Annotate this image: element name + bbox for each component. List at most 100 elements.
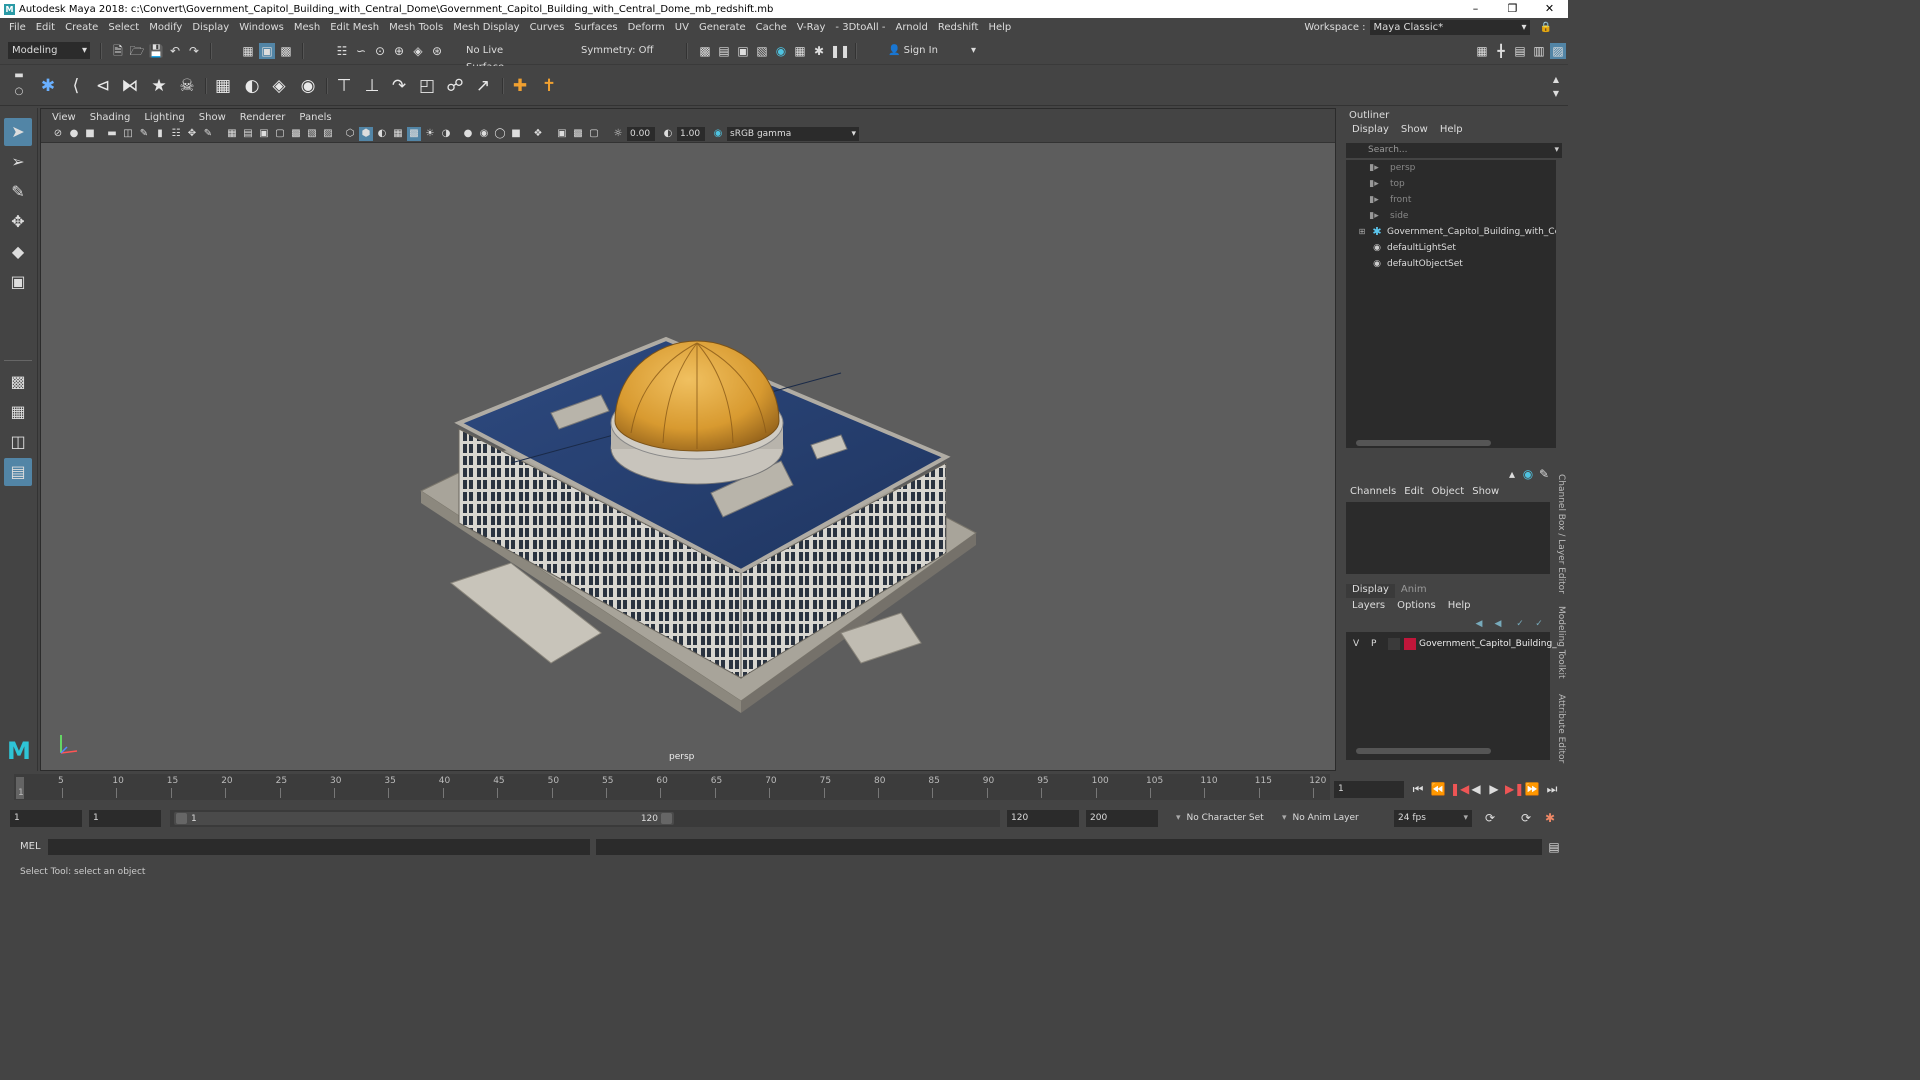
loop-icon[interactable]: ⟳	[1482, 810, 1498, 826]
step-back-frame-icon[interactable]: ❚◀	[1450, 781, 1469, 797]
outliner-menu-show[interactable]: Show	[1395, 124, 1434, 138]
tool-settings-icon[interactable]: ▥	[1531, 43, 1547, 59]
ambient-occlusion-icon[interactable]: ◑	[439, 127, 453, 141]
outliner-hscrollbar[interactable]	[1356, 440, 1491, 446]
bind-skin-icon[interactable]: ⧑	[118, 74, 142, 98]
anim-layer-dropdown[interactable]: ▾ No Anim Layer	[1278, 810, 1376, 827]
snap-point-icon[interactable]: ⊙	[372, 43, 388, 59]
layer-row[interactable]: V P Government_Capitol_Building_	[1346, 636, 1557, 652]
go-to-start-icon[interactable]: ⏮	[1410, 781, 1426, 797]
snap-curve-icon[interactable]: ∽	[353, 43, 369, 59]
layer-type-toggle[interactable]	[1388, 638, 1400, 650]
vp-menu-view[interactable]: View	[45, 112, 83, 123]
four-view-icon[interactable]: ▦	[4, 398, 32, 426]
render-queue-icon[interactable]: ▦	[792, 43, 808, 59]
outliner-item[interactable]: ◉ defaultObjectSet	[1346, 256, 1556, 272]
tab-anim[interactable]: Anim	[1395, 584, 1433, 598]
snap-view-icon[interactable]: ⊕	[391, 43, 407, 59]
outliner-layout-icon[interactable]: ▤	[4, 458, 32, 486]
tab-display[interactable]: Display	[1346, 584, 1395, 598]
range-slider-track[interactable]: 1 120	[170, 810, 1000, 827]
fps-dropdown[interactable]: 24 fps ▾	[1394, 810, 1472, 827]
le-menu-help[interactable]: Help	[1442, 600, 1477, 614]
lock-icon[interactable]: 🔒	[1540, 22, 1552, 33]
move-tool-icon[interactable]: ✥	[4, 208, 32, 236]
symmetry-field[interactable]: Symmetry: Off	[577, 42, 657, 59]
locator-icon[interactable]: ✚	[508, 74, 532, 98]
menu-deform[interactable]: Deform	[623, 22, 670, 33]
layer-hscrollbar[interactable]	[1356, 748, 1491, 754]
scale-tool-icon[interactable]: ▣	[4, 268, 32, 296]
side-tab-channel-box[interactable]: Channel Box / Layer Editor	[1556, 474, 1566, 594]
lasso-tool-icon[interactable]: ➢	[4, 148, 32, 176]
constraint-aim-icon[interactable]: ⊥	[360, 74, 384, 98]
constraint-scale-icon[interactable]: ◰	[415, 74, 439, 98]
cb-menu-edit[interactable]: Edit	[1400, 486, 1427, 500]
menu-modify[interactable]: Modify	[144, 22, 187, 33]
redo-icon[interactable]: ↷	[186, 43, 202, 59]
le-menu-options[interactable]: Options	[1391, 600, 1442, 614]
channel-box-toggle-icon[interactable]: ▴	[1504, 466, 1520, 482]
grid-snap-icon[interactable]: ☷	[169, 127, 183, 141]
xray-components-icon[interactable]: ◯	[493, 127, 507, 141]
menu-surfaces[interactable]: Surfaces	[569, 22, 622, 33]
layer-color-swatch[interactable]	[1404, 638, 1416, 650]
constraint-orient-icon[interactable]: ↷	[387, 74, 411, 98]
wireframe-on-shaded-icon[interactable]: ◐	[375, 127, 389, 141]
wireframe-icon[interactable]: ⬡	[343, 127, 357, 141]
expand-icon[interactable]: ⊞	[1356, 226, 1368, 238]
menu-vray[interactable]: V-Ray	[792, 22, 831, 33]
new-layer-icon[interactable]: ✓	[1512, 616, 1528, 632]
layer-playback-toggle[interactable]: P	[1371, 639, 1376, 649]
outliner-item[interactable]: ▮▸ top	[1346, 176, 1556, 192]
workspace-dropdown[interactable]: Maya Classic* ▾	[1369, 19, 1530, 35]
character-controls-icon[interactable]: ╋	[1493, 43, 1509, 59]
vp-menu-panels[interactable]: Panels	[292, 112, 338, 123]
lock-camera-icon[interactable]: ✎	[201, 127, 215, 141]
cb-menu-object[interactable]: Object	[1428, 486, 1469, 500]
persp-outliner-view-icon[interactable]: ◫	[4, 428, 32, 456]
outliner-item[interactable]: ⊞ ✱ Government_Capitol_Building_with_Cer	[1346, 224, 1556, 240]
xray-joints-icon[interactable]: ◉	[477, 127, 491, 141]
shelf-settings-icon[interactable]: ○	[11, 84, 27, 100]
film-gate-icon[interactable]: ▤	[241, 127, 255, 141]
constraint-parent-icon[interactable]: ☍	[443, 74, 467, 98]
2d-pan-zoom-icon[interactable]: ◫	[121, 127, 135, 141]
play-forward-icon[interactable]: ▶	[1486, 781, 1502, 797]
menu-file[interactable]: File	[4, 22, 31, 33]
playback-end-field[interactable]: 120	[1007, 810, 1079, 827]
menu-cache[interactable]: Cache	[751, 22, 792, 33]
attribute-toggle-icon[interactable]: ◉	[1520, 466, 1536, 482]
menu-help[interactable]: Help	[983, 22, 1016, 33]
shelf-menu-icon[interactable]: ▬	[11, 68, 27, 84]
scene-end-field[interactable]: 200	[1086, 810, 1158, 827]
save-scene-icon[interactable]: 💾	[148, 43, 164, 59]
menu-mesh-display[interactable]: Mesh Display	[448, 22, 524, 33]
render-frame-icon[interactable]: ▣	[735, 43, 751, 59]
outliner-search-input[interactable]: Search... ▾	[1346, 143, 1562, 158]
constraint-point-icon[interactable]: ⊤	[332, 74, 356, 98]
render-settings-icon[interactable]: ▩	[697, 43, 713, 59]
isolate-select-icon[interactable]: ■	[509, 127, 523, 141]
vp-menu-show[interactable]: Show	[192, 112, 233, 123]
menu-mesh-tools[interactable]: Mesh Tools	[384, 22, 448, 33]
joint-tool-icon[interactable]: ✱	[36, 74, 60, 98]
bookmark-icon[interactable]: ■	[83, 127, 97, 141]
shelf-scroll-down-icon[interactable]: ▼	[1548, 86, 1564, 102]
channel-box-icon[interactable]: ▨	[1550, 43, 1566, 59]
new-scene-icon[interactable]: 🗎	[110, 43, 126, 59]
mode-dropdown[interactable]: Modeling ▾	[8, 42, 90, 59]
viewport-canvas[interactable]: persp	[41, 143, 1335, 770]
menu-select[interactable]: Select	[103, 22, 144, 33]
rotate-tool-icon[interactable]: ◆	[4, 238, 32, 266]
shadows-icon[interactable]: ☀	[423, 127, 437, 141]
attribute-editor-icon[interactable]: ▤	[1512, 43, 1528, 59]
snap-live-icon[interactable]: ⊛	[429, 43, 445, 59]
safe-action-icon[interactable]: ▧	[305, 127, 319, 141]
locator-constraint-icon[interactable]: ✝	[537, 74, 561, 98]
ik-spline-icon[interactable]: ⊲	[91, 74, 115, 98]
cmd-language-label[interactable]: MEL	[20, 841, 41, 852]
snap-surface-icon[interactable]: ◈	[410, 43, 426, 59]
range-slider-handle[interactable]: 1 120	[174, 812, 674, 825]
move-camera-icon[interactable]: ✥	[185, 127, 199, 141]
